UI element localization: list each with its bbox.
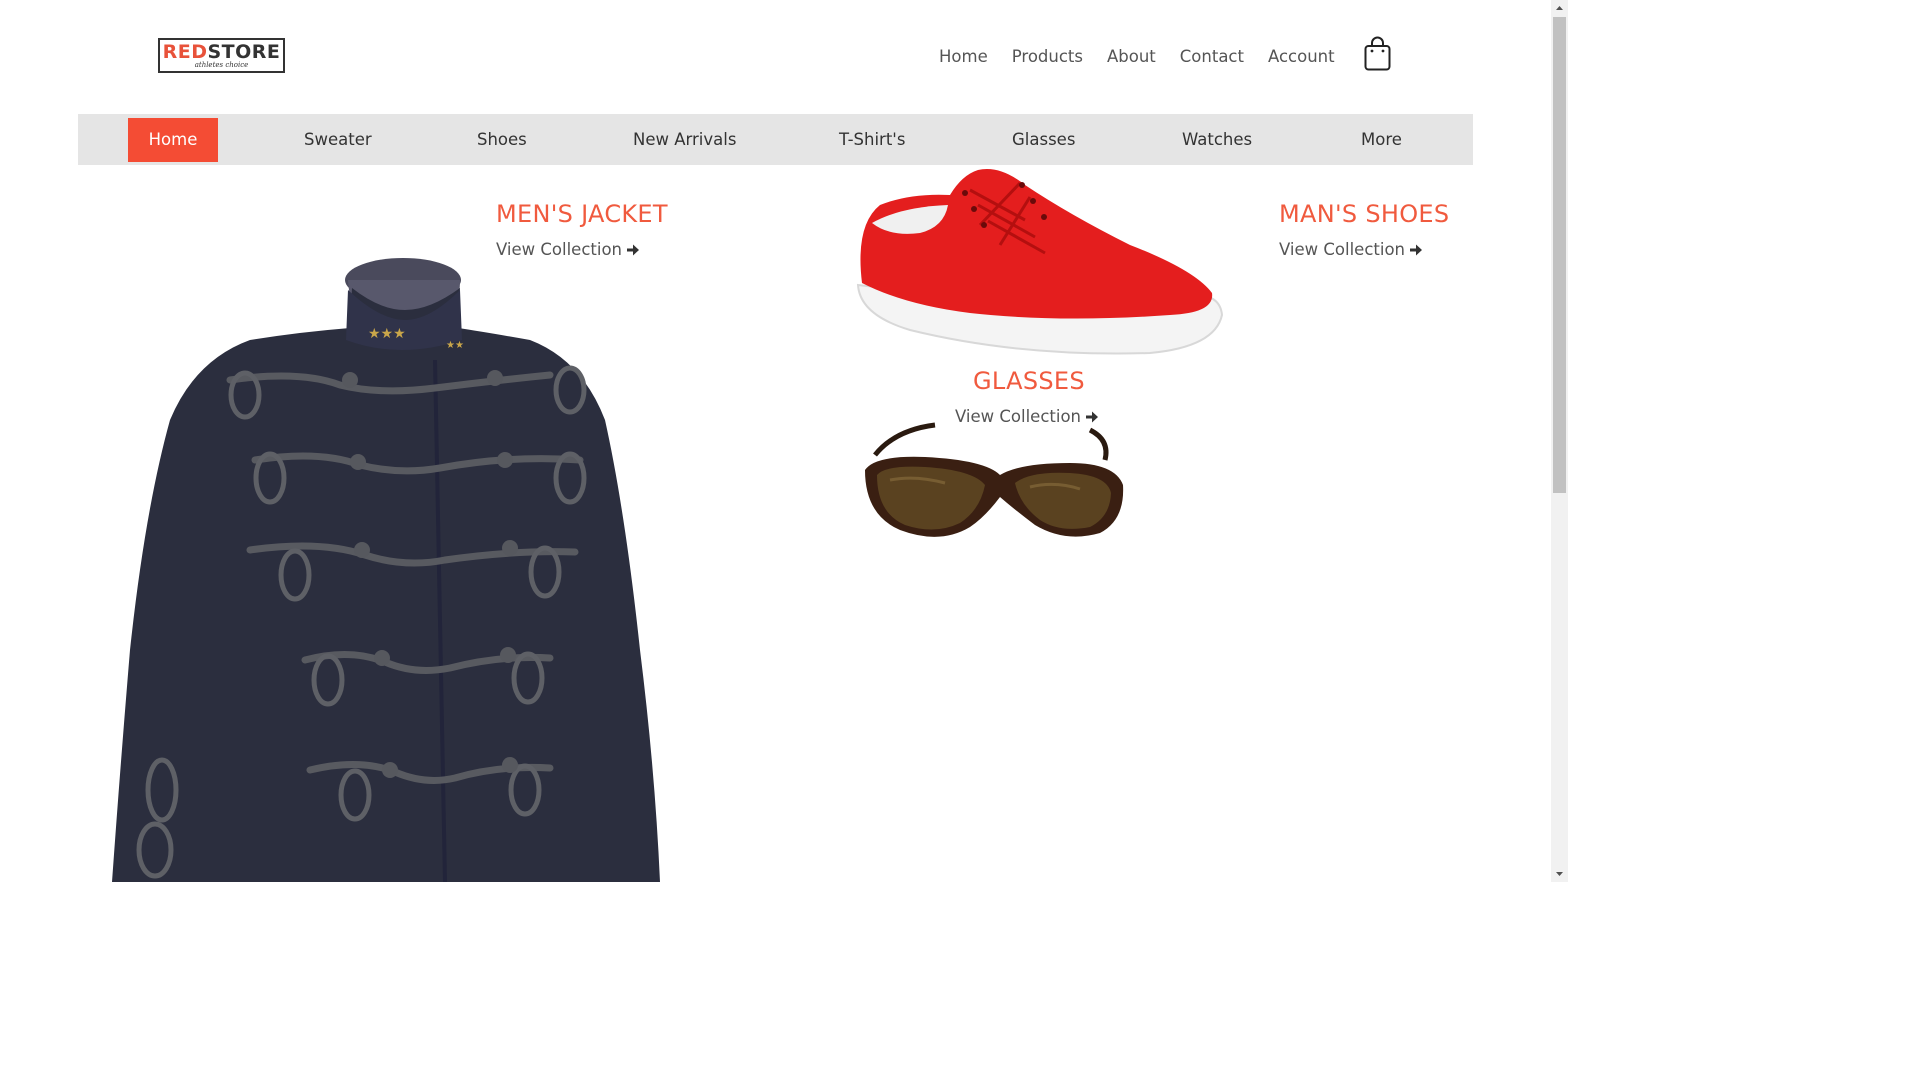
category-more[interactable]: More	[1361, 118, 1402, 162]
category-new-arrivals[interactable]: New Arrivals	[633, 118, 736, 162]
promo-jacket-link-label: View Collection	[496, 240, 623, 259]
brand-name-dark: STORE	[207, 40, 281, 63]
scroll-down-icon[interactable]	[1551, 865, 1568, 882]
vertical-scrollbar[interactable]	[1551, 0, 1568, 882]
top-nav-about[interactable]: About	[1095, 45, 1168, 69]
arrow-right-icon	[1086, 411, 1099, 422]
promo-shoes-title: MAN'S SHOES	[1279, 200, 1450, 228]
top-nav-account[interactable]: Account	[1256, 45, 1347, 69]
shoe-image[interactable]	[850, 165, 1230, 360]
brand-name: REDSTORE	[162, 40, 281, 63]
brand-tagline: athletes choice	[194, 60, 249, 69]
category-shoes[interactable]: Shoes	[477, 118, 527, 162]
arrow-right-icon	[627, 244, 640, 255]
category-bar: Home Sweater Shoes New Arrivals T-Shirt'…	[78, 114, 1473, 165]
category-glasses[interactable]: Glasses	[1012, 118, 1075, 162]
svg-text:★★: ★★	[446, 340, 464, 351]
category-sweater[interactable]: Sweater	[304, 118, 372, 162]
promo-glasses-title: GLASSES	[973, 367, 1085, 395]
scrollbar-thumb[interactable]	[1553, 17, 1566, 493]
promo-jacket-link[interactable]: View Collection	[496, 240, 640, 259]
category-watches[interactable]: Watches	[1182, 118, 1252, 162]
promo-glasses-link-label: View Collection	[955, 407, 1082, 426]
page: REDSTORE athletes choice Home Products A…	[0, 0, 1568, 882]
svg-text:★★★: ★★★	[368, 326, 406, 342]
promo-shoes-link-label: View Collection	[1279, 240, 1406, 259]
scroll-up-icon[interactable]	[1551, 0, 1568, 17]
brand-name-red: RED	[162, 40, 208, 63]
promo-jacket-title: MEN'S JACKET	[496, 200, 668, 228]
arrow-right-icon	[1410, 244, 1423, 255]
shopping-bag-icon[interactable]	[1364, 36, 1391, 71]
top-nav-contact[interactable]: Contact	[1168, 45, 1256, 69]
top-nav: Home Products About Contact Account	[927, 45, 1347, 69]
category-home[interactable]: Home	[128, 118, 218, 162]
glasses-image[interactable]	[855, 405, 1130, 575]
top-nav-home[interactable]: Home	[927, 45, 1000, 69]
promo-glasses-link[interactable]: View Collection	[955, 407, 1099, 426]
category-tshirts[interactable]: T-Shirt's	[839, 118, 905, 162]
brand-logo[interactable]: REDSTORE athletes choice	[158, 38, 285, 73]
promo-shoes-link[interactable]: View Collection	[1279, 240, 1423, 259]
jacket-image[interactable]: ★★★ ★★	[100, 250, 680, 882]
top-nav-products[interactable]: Products	[1000, 45, 1095, 69]
